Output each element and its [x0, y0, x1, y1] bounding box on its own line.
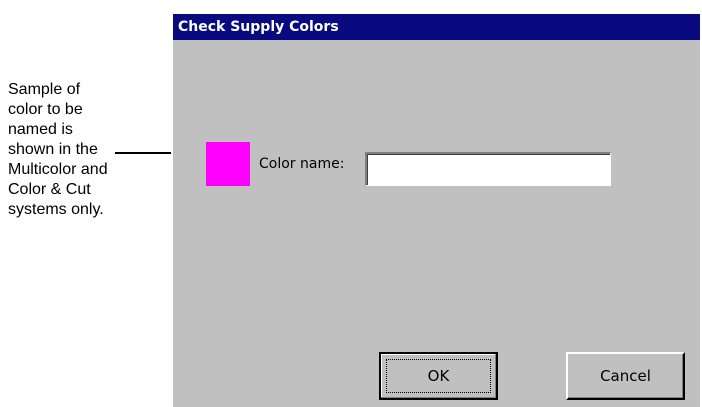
- ok-button[interactable]: OK: [379, 352, 498, 400]
- color-sample-swatch: [206, 142, 250, 186]
- color-name-label: Color name:: [259, 156, 345, 172]
- dialog-title: Check Supply Colors: [178, 19, 339, 35]
- color-name-input[interactable]: [365, 152, 611, 186]
- check-supply-colors-dialog: Check Supply Colors Color name: OK Cance…: [171, 12, 700, 407]
- cancel-button[interactable]: Cancel: [566, 352, 685, 400]
- dialog-title-bar[interactable]: Check Supply Colors: [173, 14, 700, 40]
- cancel-button-label: Cancel: [600, 367, 651, 385]
- focus-rectangle: [386, 359, 491, 393]
